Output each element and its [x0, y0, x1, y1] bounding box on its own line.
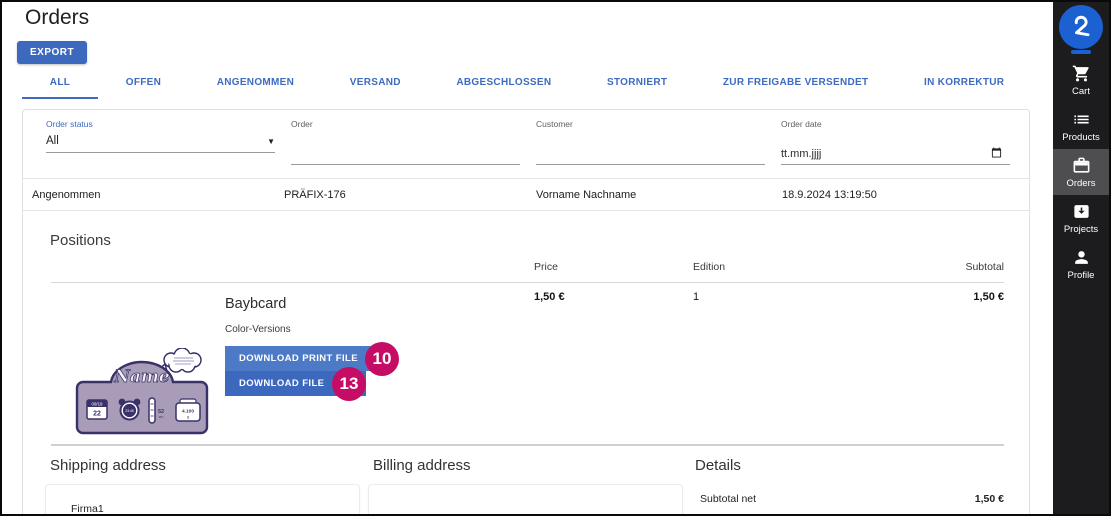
order-row-date: 18.9.2024 13:19:50 [782, 189, 877, 201]
product-thumbnail-baybcard: Name 09/19 22 23:45 [75, 348, 210, 436]
order-row-status: Angenommen [32, 189, 101, 201]
customer-input[interactable] [536, 151, 765, 163]
details-heading: Details [695, 457, 741, 474]
nav-sidebar: Cart Products Orders Projects [1053, 2, 1109, 514]
order-status-filter: Order status All ▼ [46, 119, 275, 153]
sidebar-item-label: Cart [1072, 86, 1090, 97]
product-variant: Color-Versions [225, 324, 291, 335]
tab-all[interactable]: ALL [22, 66, 98, 99]
order-status-tabs: ALL OFFEN ANGENOMMEN VERSAND ABGESCHLOSS… [22, 66, 1032, 99]
order-row-customer: Vorname Nachname [536, 189, 636, 201]
subtotal-net-label: Subtotal net [700, 493, 756, 505]
shipping-address-heading: Shipping address [50, 457, 166, 474]
order-status-label: Order status [46, 119, 275, 129]
sidebar-item-products[interactable]: Products [1053, 103, 1109, 149]
divider [51, 282, 1004, 283]
subtotal-net-row: Subtotal net 1,50 € [700, 493, 1004, 505]
customer-filter: Customer [536, 119, 765, 165]
column-price: Price [534, 261, 558, 273]
tab-in-korrektur[interactable]: IN KORREKTUR [896, 66, 1032, 99]
billing-address-heading: Billing address [373, 457, 471, 474]
column-edition: Edition [693, 261, 725, 273]
position-subtotal: 1,50 € [973, 291, 1004, 303]
logo-icon [1059, 5, 1103, 49]
order-date-placeholder: tt.mm.jjjj [781, 148, 821, 160]
tab-storniert[interactable]: STORNIERT [579, 66, 695, 99]
artwork-length-unit: cm [159, 415, 164, 419]
app-logo[interactable] [1053, 2, 1109, 57]
chevron-down-icon: ▼ [267, 137, 275, 146]
main-content: Orders EXPORT ALL OFFEN ANGENOMMEN VERSA… [2, 2, 1053, 514]
product-name: Baybcard [225, 296, 286, 312]
download-print-file-button[interactable]: DOWNLOAD PRINT FILE [225, 346, 381, 371]
calendar-icon[interactable] [991, 147, 1002, 158]
customer-label: Customer [536, 119, 765, 129]
positions-heading: Positions [50, 232, 111, 249]
annotation-badge-10: 10 [365, 342, 399, 376]
divider [23, 210, 1029, 211]
order-status-value: All [46, 135, 59, 147]
section-divider [51, 444, 1004, 446]
artwork-weight: 4.100 [182, 409, 194, 415]
artwork-name-text: Name [113, 367, 170, 387]
sidebar-item-cart[interactable]: Cart [1053, 57, 1109, 103]
order-filter: Order [291, 119, 520, 165]
order-label: Order [291, 119, 520, 129]
sidebar-item-label: Products [1062, 132, 1100, 143]
page-title: Orders [25, 6, 89, 30]
shipping-address-line: Firma1 [71, 503, 104, 515]
sidebar-item-orders[interactable]: Orders [1053, 149, 1109, 195]
tab-angenommen[interactable]: ANGENOMMEN [189, 66, 322, 99]
annotation-badge-13: 13 [332, 367, 366, 401]
order-date-input[interactable]: tt.mm.jjjj [781, 147, 1010, 165]
artwork-date: 09/19 [92, 402, 104, 407]
order-date-label: Order date [781, 119, 1010, 129]
cart-icon [1072, 64, 1091, 83]
order-row-number: PRÄFIX-176 [284, 189, 346, 201]
archive-icon [1072, 202, 1091, 221]
tab-abgeschlossen[interactable]: ABGESCHLOSSEN [429, 66, 580, 99]
logo-accent-bar [1071, 50, 1091, 54]
artwork-day: 22 [93, 411, 101, 418]
briefcase-icon [1072, 156, 1091, 175]
order-input[interactable] [291, 151, 520, 163]
orders-page: Orders EXPORT ALL OFFEN ANGENOMMEN VERSA… [0, 0, 1111, 516]
export-button[interactable]: EXPORT [17, 41, 87, 64]
tab-versand[interactable]: VERSAND [322, 66, 429, 99]
sidebar-item-label: Projects [1064, 224, 1098, 235]
sidebar-item-profile[interactable]: Profile [1053, 241, 1109, 287]
billing-address-card [368, 484, 683, 516]
position-edition: 1 [693, 291, 699, 303]
position-price: 1,50 € [534, 291, 565, 303]
subtotal-net-value: 1,50 € [975, 493, 1004, 505]
sidebar-item-label: Profile [1068, 270, 1095, 281]
orders-panel: Order status All ▼ Order Customer O [22, 109, 1030, 516]
tab-offen[interactable]: OFFEN [98, 66, 189, 99]
list-icon [1072, 110, 1091, 129]
order-status-select[interactable]: All ▼ [46, 135, 275, 153]
column-subtotal: Subtotal [965, 261, 1004, 273]
order-row[interactable]: Angenommen PRÄFIX-176 Vorname Nachname 1… [23, 179, 1029, 210]
order-date-filter: Order date tt.mm.jjjj [781, 119, 1010, 165]
tab-zur-freigabe-versendet[interactable]: ZUR FREIGABE VERSENDET [695, 66, 896, 99]
artwork-weight-unit: g [187, 415, 189, 419]
person-icon [1072, 248, 1091, 267]
shipping-address-card: Firma1 [45, 484, 360, 516]
sidebar-item-projects[interactable]: Projects [1053, 195, 1109, 241]
artwork-time: 23:45 [125, 409, 134, 413]
sidebar-item-label: Orders [1066, 178, 1095, 189]
